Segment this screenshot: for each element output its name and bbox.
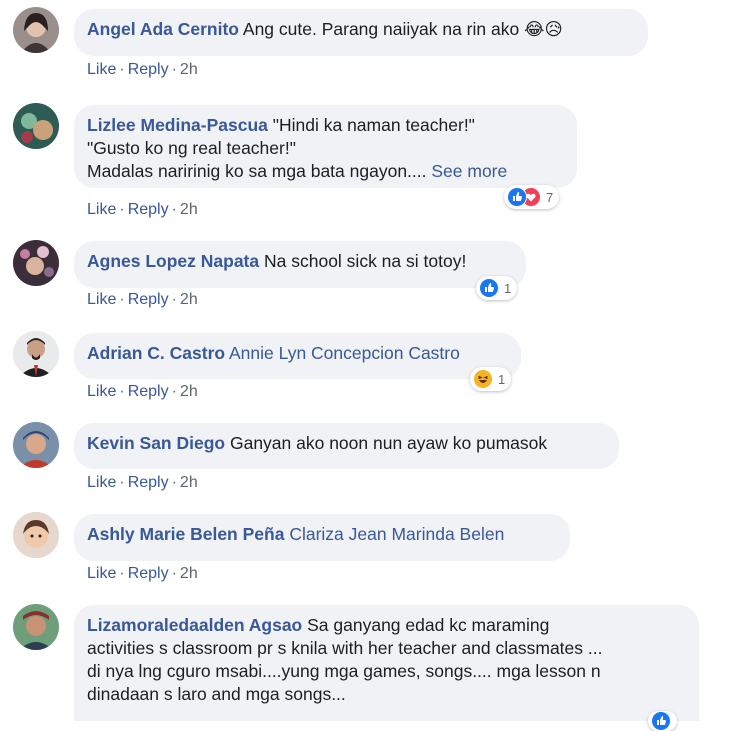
reply-link[interactable]: Reply [128,383,169,400]
separator: · [171,201,177,218]
avatar[interactable] [13,7,59,53]
comment-text-line-2: "Gusto ko ng real teacher!" [87,138,296,158]
reaction-count: 7 [546,189,554,205]
separator: · [171,383,177,400]
reaction-summary[interactable]: 1 [470,367,512,391]
separator: · [119,474,125,491]
comment-text-line-3: Madalas naririnig ko sa mga bata ngayon.… [87,161,427,181]
reaction-summary[interactable]: 1 [476,276,518,300]
separator: · [119,201,125,218]
reaction-count: 1 [504,280,512,296]
avatar[interactable] [13,240,59,286]
separator: · [171,474,177,491]
comment-actions: Like · Reply · 2h [87,383,198,401]
comment-text-line-3: di nya lng cguro msabi....yung mga games… [87,661,601,681]
comment-author[interactable]: Agnes Lopez Napata [87,251,259,271]
reply-link[interactable]: Reply [128,61,169,78]
like-link[interactable]: Like [87,61,116,78]
comment-bubble: Kevin San Diego Ganyan ako noon nun ayaw… [74,423,619,469]
reaction-count: 1 [498,371,506,387]
separator: · [119,61,125,78]
separator: · [119,383,125,400]
comment-bubble: Adrian C. Castro Annie Lyn Concepcion Ca… [74,333,521,379]
timestamp[interactable]: 2h [180,383,198,400]
separator: · [171,291,177,308]
avatar[interactable] [13,331,59,377]
timestamp[interactable]: 2h [180,565,198,582]
comment-text-line-1: "Hindi ka naman teacher!" [272,115,475,135]
reaction-summary[interactable]: 7 [504,185,560,209]
comment-bubble: Lizamoraledaalden Agsao Sa ganyang edad … [74,605,699,721]
separator: · [119,291,125,308]
comment-actions: Like · Reply · 2h [87,201,198,219]
separator: · [171,565,177,582]
reply-link[interactable]: Reply [128,201,169,218]
timestamp[interactable]: 2h [180,291,198,308]
like-link[interactable]: Like [87,383,116,400]
like-link[interactable]: Like [87,201,116,218]
like-icon [651,711,671,731]
reply-link[interactable]: Reply [128,474,169,491]
avatar[interactable] [13,512,59,558]
timestamp[interactable]: 2h [180,61,198,78]
comment-actions: Like · Reply · 2h [87,291,198,309]
timestamp[interactable]: 2h [180,201,198,218]
like-link[interactable]: Like [87,474,116,491]
like-icon [507,187,527,207]
comment-author[interactable]: Lizamoraledaalden Agsao [87,615,302,635]
comment-author[interactable]: Kevin San Diego [87,433,225,453]
separator: · [119,565,125,582]
separator: · [171,61,177,78]
comment-author[interactable]: Lizlee Medina-Pascua [87,115,268,135]
comment-text-line-4: dinadaan s laro and mga songs... [87,684,346,704]
comment-bubble: Ashly Marie Belen Peña Clariza Jean Mari… [74,514,570,561]
tagged-user[interactable]: Annie Lyn Concepcion Castro [229,343,460,363]
comment-actions: Like · Reply · 2h [87,61,198,79]
see-more-link[interactable]: See more [431,161,507,181]
comment-text: Ang cute. Parang naiiyak na rin ako 😂😥 [242,19,563,39]
comment-text-line-2: activities s classroom pr s knila with h… [87,638,603,658]
comment-bubble: Agnes Lopez Napata Na school sick na si … [74,241,526,288]
like-link[interactable]: Like [87,565,116,582]
reply-link[interactable]: Reply [128,565,169,582]
avatar[interactable] [13,604,59,650]
avatar[interactable] [13,422,59,468]
comment-author[interactable]: Ashly Marie Belen Peña [87,524,284,544]
haha-icon [473,369,493,389]
comment-text-line-1: Sa ganyang edad kc maraming [307,615,550,635]
reaction-summary[interactable] [648,711,677,731]
comment-author[interactable]: Angel Ada Cernito [87,19,239,39]
comment-text: Ganyan ako noon nun ayaw ko pumasok [229,433,548,453]
comment-bubble: Angel Ada Cernito Ang cute. Parang naiiy… [74,9,648,56]
like-icon [479,278,499,298]
comment-text: Na school sick na si totoy! [264,251,467,271]
timestamp[interactable]: 2h [180,474,198,491]
like-link[interactable]: Like [87,291,116,308]
reply-link[interactable]: Reply [128,291,169,308]
comment-actions: Like · Reply · 2h [87,474,198,492]
tagged-user[interactable]: Clariza Jean Marinda Belen [289,524,504,544]
comment-author[interactable]: Adrian C. Castro [87,343,225,363]
avatar[interactable] [13,103,59,149]
comment-actions: Like · Reply · 2h [87,565,198,583]
comment-bubble: Lizlee Medina-Pascua "Hindi ka naman tea… [74,105,577,188]
